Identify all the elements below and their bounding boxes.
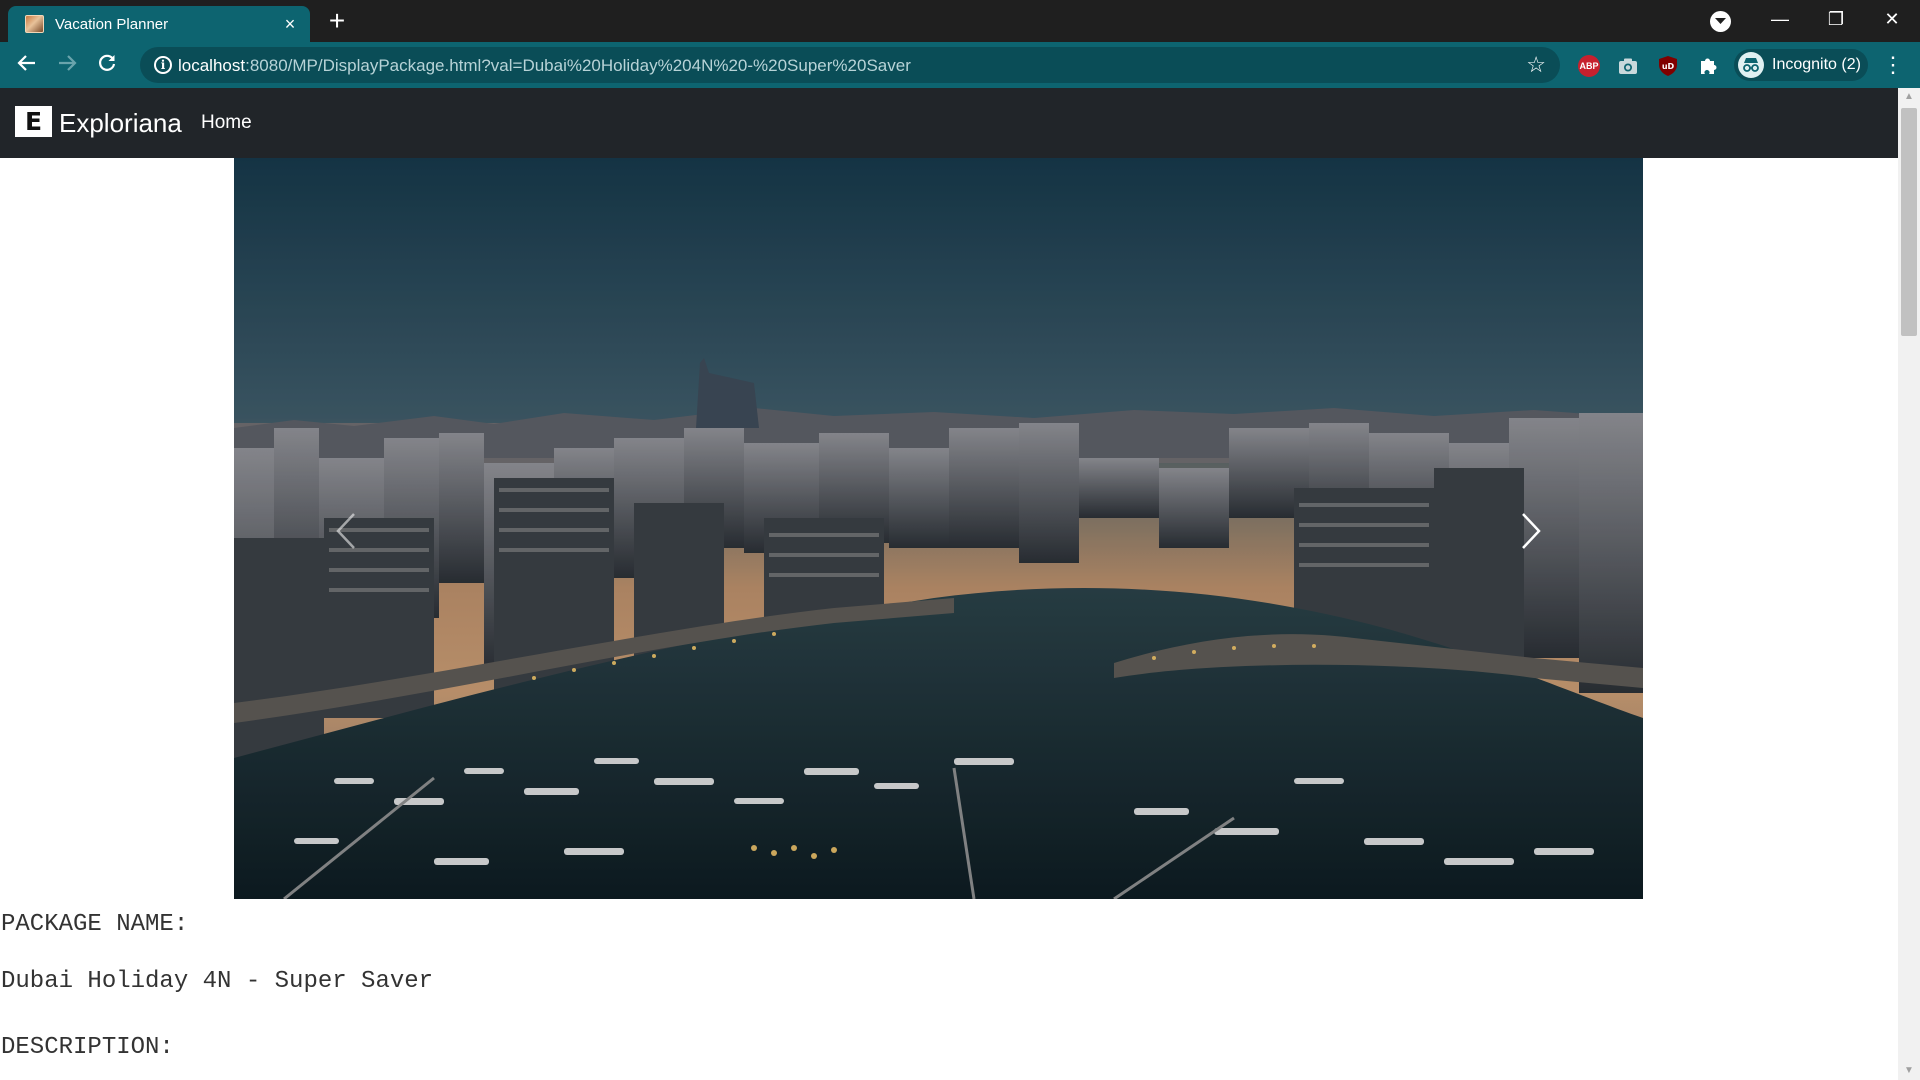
package-name-label: PACKAGE NAME: — [1, 911, 189, 938]
address-bar[interactable]: i localhost:8080/MP/DisplayPackage.html?… — [140, 47, 1560, 83]
svg-text:uD: uD — [1662, 62, 1675, 71]
carousel-prev-button[interactable] — [234, 158, 384, 899]
adblock-extension-icon[interactable]: ABP — [1578, 55, 1600, 77]
brand-logo-icon: E — [15, 106, 52, 137]
restore-button[interactable]: ❐ — [1808, 0, 1864, 40]
ublock-extension-icon[interactable]: uD — [1657, 55, 1679, 77]
incognito-icon — [1738, 52, 1764, 78]
url-path: :8080/MP/DisplayPackage.html?val=Dubai%2… — [245, 56, 911, 75]
browser-toolbar: i localhost:8080/MP/DisplayPackage.html?… — [0, 42, 1920, 88]
site-info-icon[interactable]: i — [154, 56, 172, 74]
dubai-marina-photo — [234, 158, 1643, 899]
carousel-next-button[interactable] — [1493, 158, 1643, 899]
tab-search-icon[interactable] — [1710, 11, 1731, 32]
browser-menu-icon[interactable]: ⋮ — [1880, 52, 1906, 78]
tab-close-icon[interactable]: × — [278, 12, 302, 36]
bookmark-star-icon[interactable]: ☆ — [1526, 52, 1546, 78]
scroll-thumb[interactable] — [1901, 108, 1917, 336]
profile-label: Incognito (2) — [1772, 56, 1861, 73]
page-scrollbar[interactable]: ▲ ▼ — [1898, 88, 1920, 1080]
nav-home-link[interactable]: Home — [201, 112, 252, 134]
chevron-left-icon — [336, 513, 355, 549]
forward-arrow-icon[interactable] — [54, 52, 80, 78]
package-image-carousel[interactable] — [234, 158, 1643, 899]
camera-extension-icon[interactable] — [1617, 55, 1639, 77]
scroll-down-arrow-icon[interactable]: ▼ — [1898, 1062, 1920, 1080]
site-navbar: E Exploriana Home — [0, 88, 1898, 158]
close-window-button[interactable]: ✕ — [1864, 0, 1920, 40]
chevron-right-icon — [1522, 513, 1541, 549]
tab-title: Vacation Planner — [55, 16, 169, 33]
extensions-puzzle-icon[interactable] — [1697, 55, 1719, 77]
back-arrow-icon[interactable] — [14, 52, 40, 78]
new-tab-button[interactable]: + — [322, 7, 352, 35]
page-viewport: E Exploriana Home PACKAGE NAME: Dubai Ho… — [0, 88, 1898, 1080]
description-label: DESCRIPTION: — [1, 1034, 174, 1061]
browser-tab-strip: Vacation Planner × + — ❐ ✕ — [0, 0, 1920, 42]
url-text: localhost:8080/MP/DisplayPackage.html?va… — [178, 56, 911, 76]
scroll-up-arrow-icon[interactable]: ▲ — [1898, 88, 1920, 106]
package-name-value: Dubai Holiday 4N - Super Saver — [1, 968, 434, 995]
url-host: localhost — [178, 56, 246, 75]
browser-tab[interactable]: Vacation Planner × — [8, 6, 310, 42]
reload-icon[interactable] — [94, 52, 120, 78]
tab-favicon-icon — [25, 15, 44, 33]
minimize-button[interactable]: — — [1752, 0, 1808, 40]
incognito-profile-button[interactable]: Incognito (2) — [1734, 49, 1868, 81]
brand-name: Exploriana — [59, 108, 182, 138]
